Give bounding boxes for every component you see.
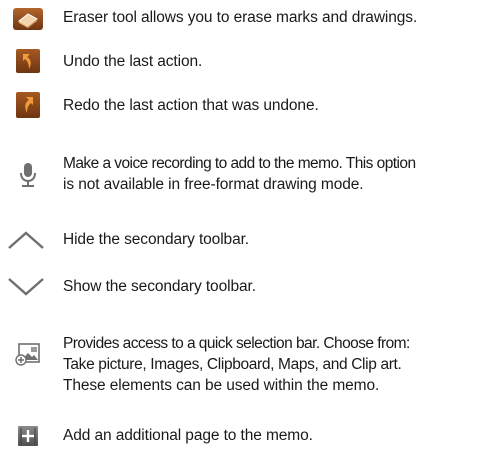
insert-media-icon [0,342,56,366]
entry-text: Redo the last action that was undone. [63,97,319,114]
entry-text: Undo the last action. [63,53,203,70]
add-page-icon [0,424,56,448]
chevron-down-icon [0,277,54,297]
microphone-icon [0,162,56,188]
entry-text: Hide the secondary toolbar. [63,231,250,248]
chevron-up-icon [0,230,54,250]
entry-text: Eraser tool allows you to erase marks an… [63,9,418,26]
entry-text: Show the secondary toolbar. [63,278,256,295]
eraser-icon [0,8,56,30]
undo-icon [0,49,56,73]
entry-text: Provides access to a quick selection bar… [63,335,410,394]
entry-text: Make a voice recording to add to the mem… [63,155,416,193]
redo-icon [0,92,56,118]
entry-text: Add an additional page to the memo. [63,427,313,444]
